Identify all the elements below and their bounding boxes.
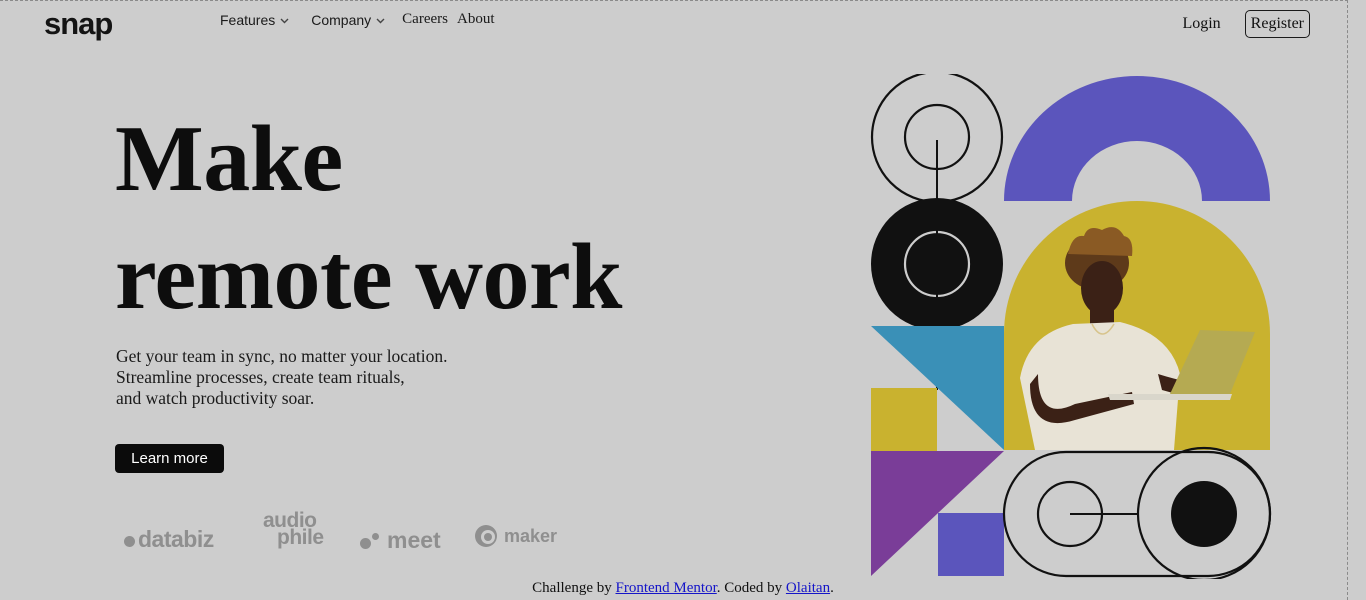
footer-suffix: . [830, 580, 834, 596]
hero-headline: Make remote work [115, 100, 622, 336]
meet-wordmark: meet [387, 527, 441, 553]
nav-company-label: Company [311, 11, 372, 28]
maker-wordmark: maker [504, 525, 558, 546]
author-link[interactable]: Olaitan [786, 580, 830, 596]
maker-mark-icon [475, 525, 497, 547]
hero-subtext-line2: Streamline processes, create team ritual… [116, 367, 405, 387]
hero-headline-line2: remote work [115, 225, 622, 329]
databiz-dot-icon [124, 536, 135, 547]
purple-square [938, 513, 1004, 576]
black-dot-right [1171, 481, 1237, 547]
databiz-wordmark: databiz [138, 526, 214, 552]
footer-prefix: Challenge by [532, 580, 616, 596]
snap-logo[interactable]: snap [44, 6, 113, 42]
nav-careers-label: Careers [402, 11, 448, 27]
nav-about-label: About [456, 11, 495, 27]
hero-subtext-line3: and watch productivity soar. [116, 388, 315, 408]
chevron-down-icon [280, 18, 289, 23]
purple-arch [1004, 76, 1270, 201]
register-button[interactable]: Register [1244, 10, 1310, 38]
hero-subtext: Get your team in sync, no matter your lo… [116, 346, 447, 409]
attribution-footer: Challenge by Frontend Mentor. Coded by O… [0, 580, 1366, 597]
meet-dots-icon [360, 530, 382, 552]
hero-headline-line1: Make [115, 107, 343, 211]
learn-more-button[interactable]: Learn more [115, 444, 224, 473]
hero-subtext-line1: Get your team in sync, no matter your lo… [116, 346, 448, 366]
client-logos: databiz audio phile meet maker [124, 510, 564, 555]
nav-company[interactable]: Company [311, 12, 385, 28]
main-nav: Features Company Careers About [220, 11, 494, 28]
client-logo-audiophile: audio phile [263, 510, 324, 549]
yellow-square [871, 388, 937, 451]
client-logo-meet: meet [360, 527, 441, 554]
frontend-mentor-link[interactable]: Frontend Mentor [616, 580, 717, 596]
footer-middle: . Coded by [716, 580, 786, 596]
scroll-gutter [1348, 0, 1366, 600]
login-link[interactable]: Login [1182, 15, 1220, 33]
nav-careers[interactable]: Careers [402, 11, 448, 28]
hero-illustration [870, 74, 1272, 579]
client-logo-databiz: databiz [124, 526, 214, 553]
auth-actions: Login Register [1182, 10, 1310, 38]
nav-features-label: Features [220, 11, 276, 28]
chevron-down-icon [376, 18, 385, 23]
nav-features[interactable]: Features [220, 12, 289, 28]
audiophile-wordmark-bottom: phile [277, 526, 324, 549]
nav-about[interactable]: About [457, 11, 495, 28]
client-logo-maker: maker [474, 524, 557, 548]
